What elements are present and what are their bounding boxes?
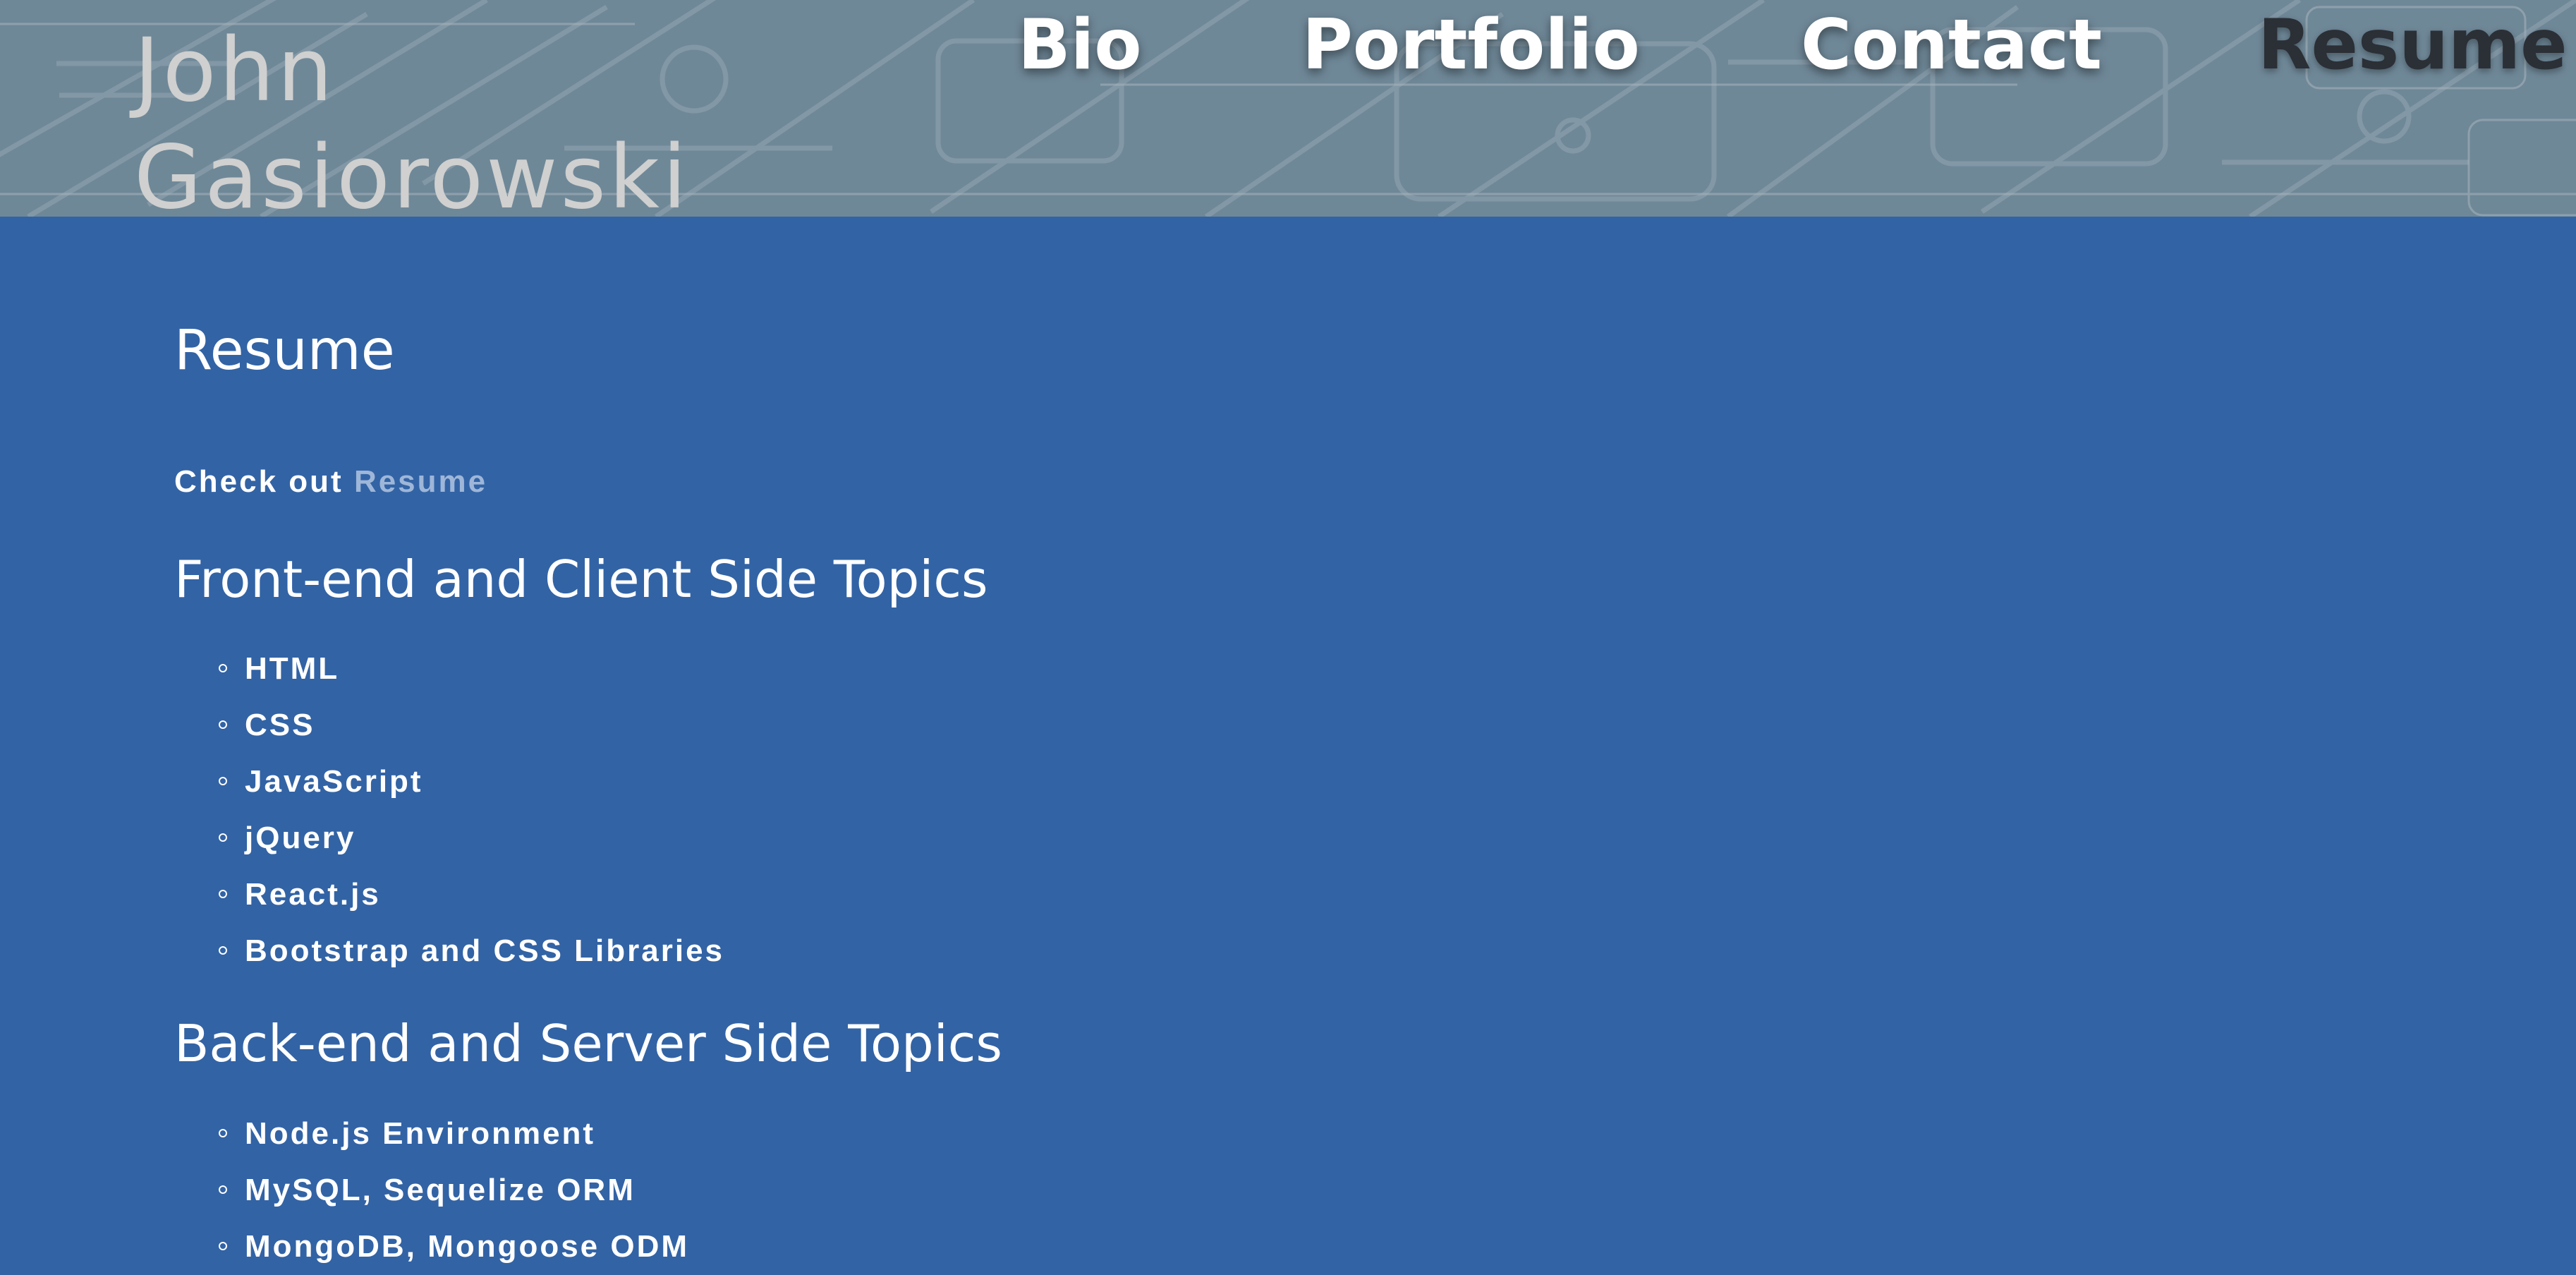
- circle-bullet-icon: [219, 720, 227, 729]
- circle-bullet-icon: [219, 1242, 227, 1250]
- topic-item: React.js: [212, 866, 724, 923]
- nav-bio-link[interactable]: Bio: [1018, 1, 1142, 89]
- topic-label: React.js: [245, 877, 381, 912]
- front-end-topic-list: HTML CSS JavaScript jQuery React.js Boot…: [212, 641, 724, 979]
- topic-item: Node.js Environment: [212, 1106, 689, 1162]
- main-content: Resume Check out Resume Front-end and Cl…: [0, 217, 2576, 1274]
- topic-label: Node.js Environment: [245, 1116, 596, 1151]
- circle-bullet-icon: [219, 890, 227, 898]
- nav-portfolio-link[interactable]: Portfolio: [1302, 1, 1640, 89]
- topic-label: MySQL, Sequelize ORM: [245, 1173, 636, 1207]
- topic-label: CSS: [245, 708, 315, 742]
- topic-item: MongoDB, Mongoose ODM: [212, 1219, 689, 1275]
- back-end-topic-list: Node.js Environment MySQL, Sequelize ORM…: [212, 1106, 689, 1275]
- circle-bullet-icon: [219, 1185, 227, 1194]
- topic-label: Bootstrap and CSS Libraries: [245, 933, 725, 968]
- circle-bullet-icon: [219, 664, 227, 672]
- topic-item: Bootstrap and CSS Libraries: [212, 923, 724, 979]
- intro-text: Check out: [174, 464, 344, 499]
- topic-item: CSS: [212, 697, 724, 754]
- resume-intro: Check out Resume: [174, 462, 487, 502]
- topic-label: JavaScript: [245, 764, 423, 799]
- nav-contact-link[interactable]: Contact: [1801, 1, 2102, 89]
- main-nav: Bio Portfolio Contact Resume: [0, 0, 2576, 92]
- topic-label: HTML: [245, 651, 340, 686]
- back-end-heading: Back-end and Server Side Topics: [174, 1014, 1002, 1073]
- topic-item: jQuery: [212, 810, 724, 866]
- resume-download-link[interactable]: Resume: [354, 464, 487, 499]
- circle-bullet-icon: [219, 946, 227, 955]
- topic-label: MongoDB, Mongoose ODM: [245, 1229, 690, 1264]
- circle-bullet-icon: [219, 1129, 227, 1137]
- topic-label: jQuery: [245, 821, 356, 855]
- circle-bullet-icon: [219, 777, 227, 785]
- nav-resume-link[interactable]: Resume: [2258, 1, 2568, 89]
- topic-item: JavaScript: [212, 754, 724, 810]
- topic-item: MySQL, Sequelize ORM: [212, 1162, 689, 1219]
- circle-bullet-icon: [219, 833, 227, 842]
- topic-item: HTML: [212, 641, 724, 697]
- page-title: Resume: [174, 319, 395, 382]
- front-end-heading: Front-end and Client Side Topics: [174, 550, 988, 609]
- site-header: John Gasiorowski Bio Portfolio Contact R…: [0, 0, 2576, 217]
